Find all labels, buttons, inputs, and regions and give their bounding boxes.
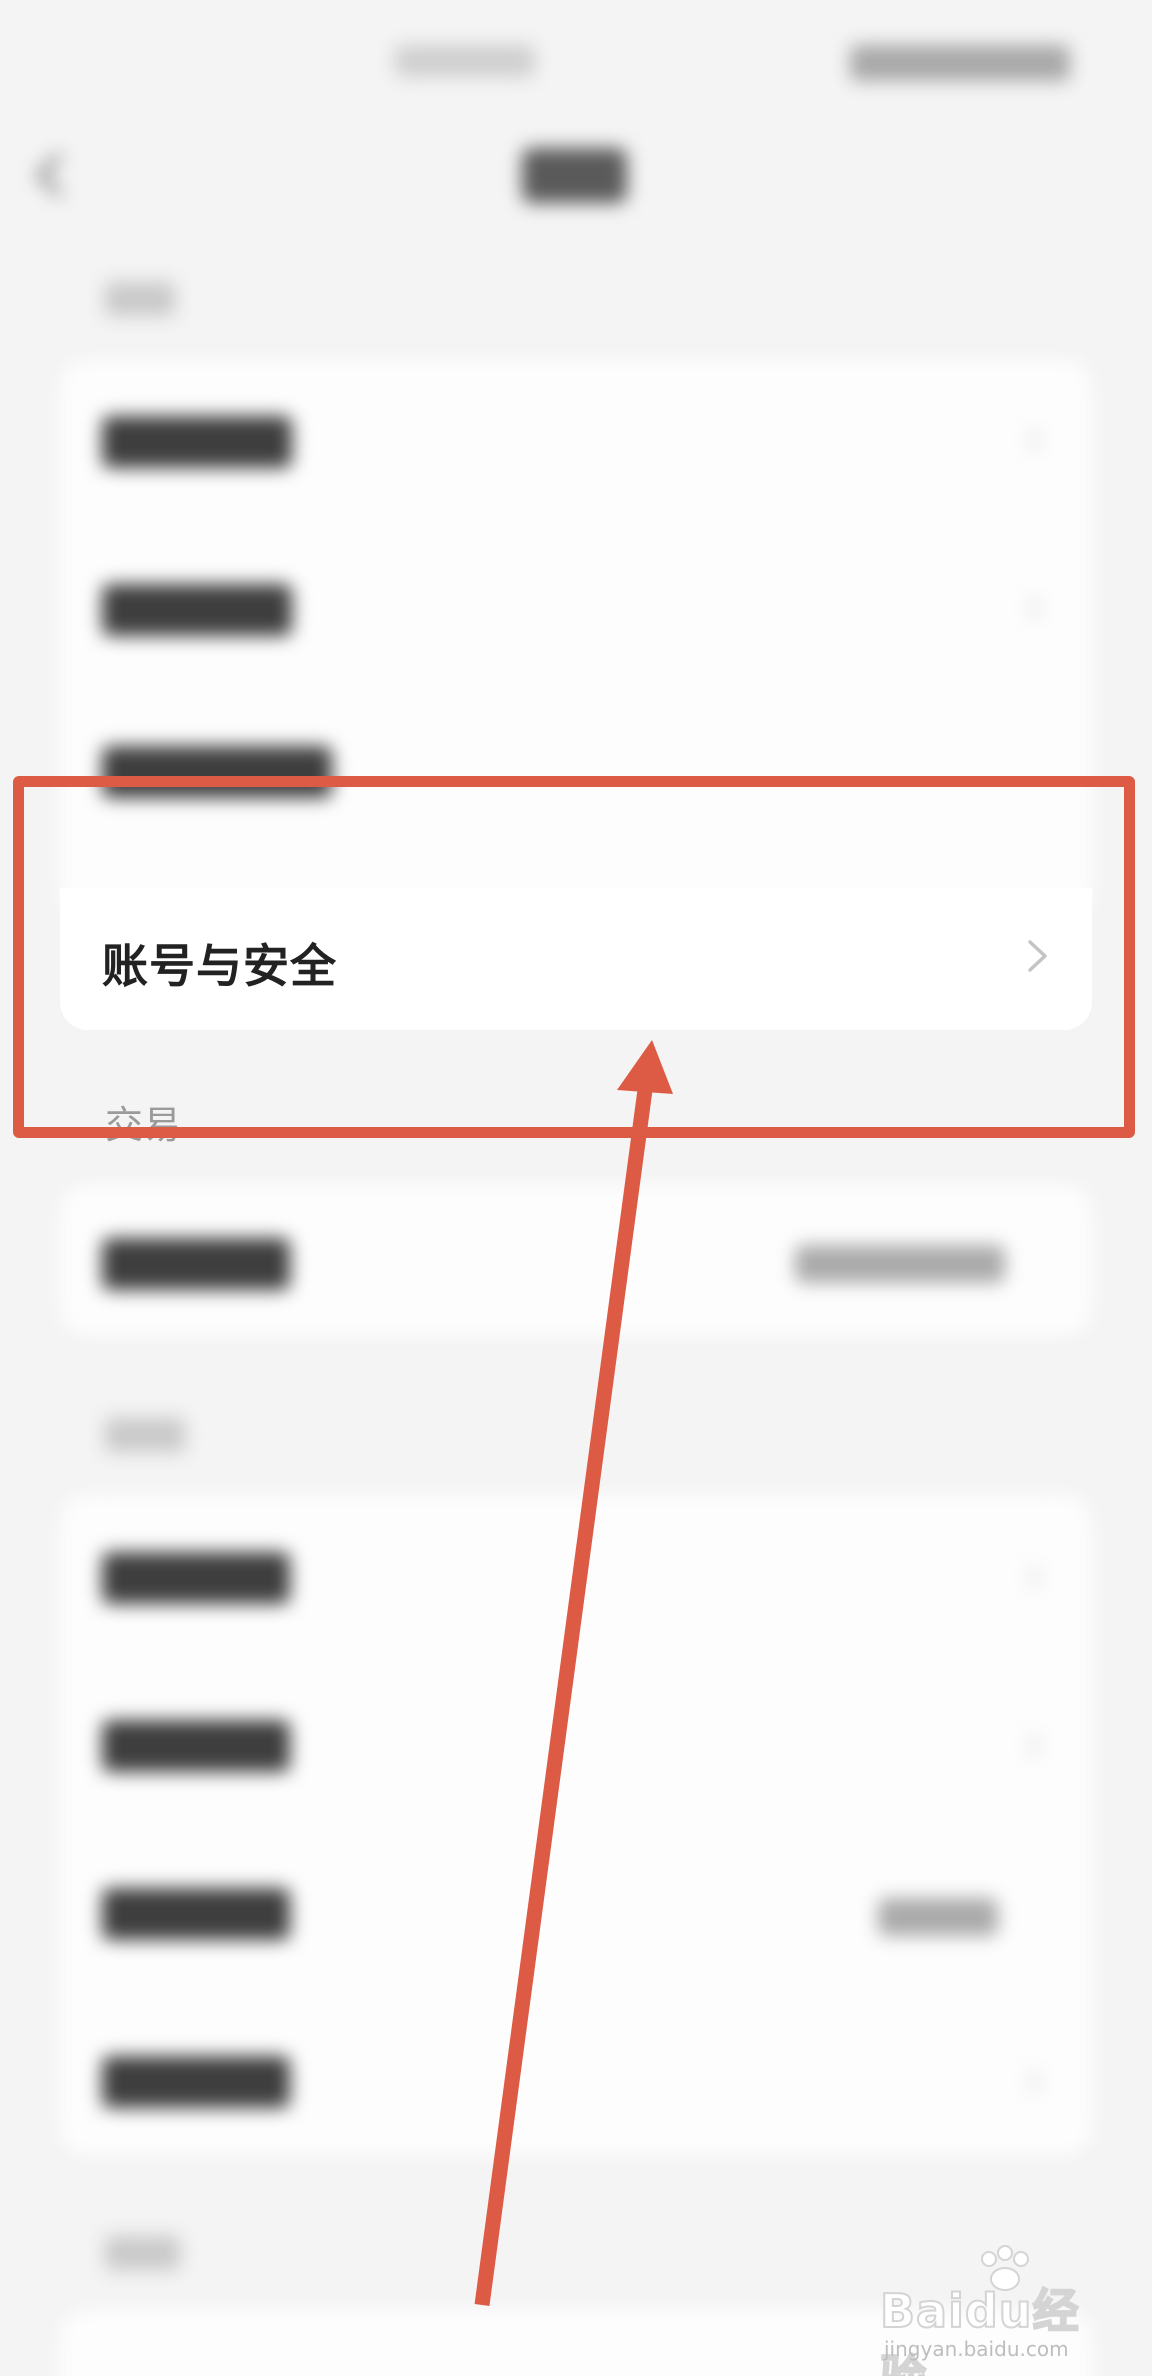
watermark-brand-suffix: du bbox=[964, 2283, 1033, 2339]
status-icons bbox=[850, 45, 1070, 81]
settings-page: 账号与安全 交易 Baidu经验 jingyan.baidu.com bbox=[0, 0, 1152, 2376]
watermark-brand: Bai bbox=[879, 2283, 965, 2339]
list-item-general-1[interactable] bbox=[102, 1552, 290, 1604]
chevron-right-icon bbox=[1026, 426, 1043, 454]
chevron-right-icon bbox=[1026, 1731, 1043, 1759]
baidu-jingyan-watermark: Baidu经验 jingyan.baidu.com bbox=[879, 2245, 1120, 2376]
list-item-address[interactable] bbox=[102, 584, 292, 636]
list-item-general-2[interactable] bbox=[102, 1720, 290, 1772]
chevron-right-icon bbox=[1026, 594, 1043, 622]
section-label-bottom bbox=[105, 2236, 180, 2270]
status-bar bbox=[0, 0, 1152, 130]
list-item-general-3[interactable] bbox=[102, 1888, 290, 1940]
list-item-general-3-value bbox=[878, 1898, 998, 1936]
list-item-general-4[interactable] bbox=[102, 2056, 290, 2108]
list-item-personal-info[interactable] bbox=[102, 416, 292, 468]
section-label-general bbox=[105, 1418, 185, 1452]
back-arrow-icon[interactable] bbox=[30, 150, 70, 200]
status-carrier-text bbox=[395, 45, 535, 77]
list-item-payment[interactable] bbox=[102, 1238, 290, 1290]
watermark-url: jingyan.baidu.com bbox=[884, 2337, 1069, 2361]
page-title bbox=[522, 148, 627, 203]
section-label-personal bbox=[105, 282, 175, 316]
list-item-payment-value bbox=[795, 1245, 1005, 1283]
chevron-right-icon bbox=[1026, 1563, 1043, 1591]
chevron-right-icon bbox=[1026, 2067, 1043, 2095]
highlight-box bbox=[13, 776, 1135, 1138]
